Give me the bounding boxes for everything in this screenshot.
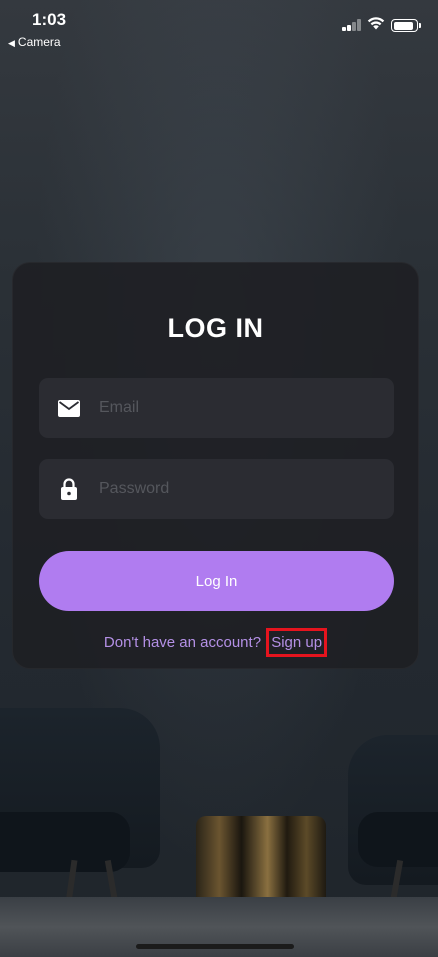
signup-link[interactable]: Sign up (266, 628, 328, 657)
cellular-signal-icon (342, 19, 362, 31)
signup-row: Don't have an account? Sign up (13, 628, 418, 657)
armchair-right-seat (358, 812, 438, 867)
back-to-app-link[interactable]: ◀ Camera (8, 35, 61, 49)
battery-icon (391, 19, 421, 32)
password-input[interactable] (99, 480, 369, 498)
home-indicator[interactable] (136, 944, 294, 949)
mail-icon (39, 378, 99, 438)
status-time: 1:03 (32, 10, 67, 29)
login-card: LOG IN Log In Don't have an account? Sig… (12, 262, 419, 669)
back-app-label: Camera (17, 35, 61, 49)
email-field[interactable] (39, 378, 394, 438)
login-button[interactable]: Log In (39, 551, 394, 611)
email-input[interactable] (99, 399, 369, 417)
back-arrow-icon: ◀ (8, 38, 15, 48)
login-title: LOG IN (167, 313, 264, 343)
password-field[interactable] (39, 459, 394, 519)
signup-prompt: Don't have an account? (103, 634, 262, 651)
status-bar: 1:03 ◀ Camera (0, 0, 438, 52)
wifi-icon (367, 17, 385, 30)
lock-icon (39, 459, 99, 519)
